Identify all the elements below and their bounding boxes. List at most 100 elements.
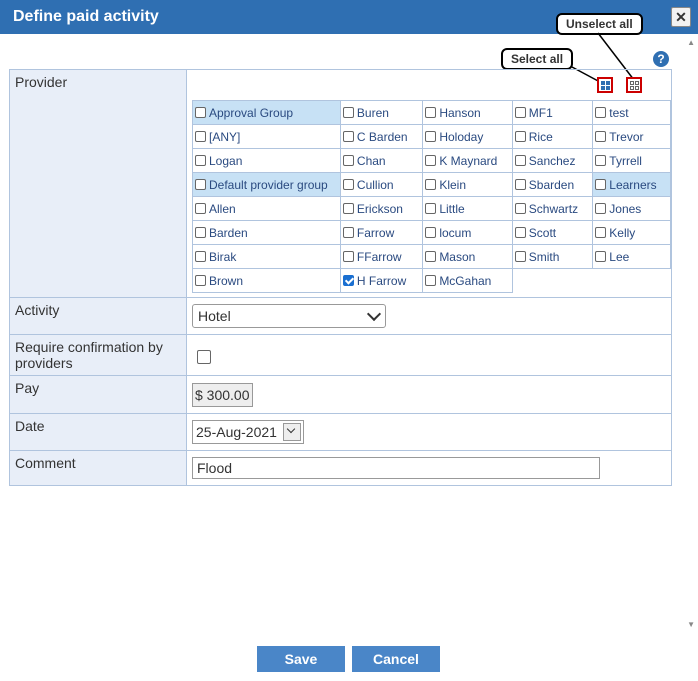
provider-option-label: Little (439, 201, 465, 216)
scroll-up-icon[interactable]: ▲ (687, 38, 695, 47)
provider-option[interactable]: Birak (192, 244, 341, 269)
provider-checkbox[interactable] (342, 250, 354, 262)
provider-option[interactable]: Sbarden (511, 172, 594, 197)
provider-checkbox[interactable] (425, 178, 437, 190)
close-icon[interactable]: ✕ (671, 7, 691, 27)
provider-checkbox[interactable] (595, 106, 607, 118)
provider-checkbox[interactable] (425, 130, 437, 142)
provider-label: Provider (9, 69, 187, 298)
help-icon[interactable]: ? (653, 51, 669, 67)
provider-checkbox[interactable] (595, 130, 607, 142)
provider-option-label: Cullion (356, 177, 394, 192)
provider-option[interactable]: test (592, 100, 671, 125)
provider-checkbox[interactable] (425, 274, 437, 286)
provider-checkbox[interactable] (195, 106, 206, 118)
provider-checkbox[interactable] (342, 178, 354, 190)
comment-input[interactable]: Flood (192, 457, 600, 479)
provider-option[interactable]: locum (422, 220, 513, 245)
provider-checkbox[interactable] (425, 154, 437, 166)
cancel-button[interactable]: Cancel (352, 646, 440, 672)
provider-option[interactable]: Kelly (592, 220, 671, 245)
provider-option[interactable]: Trevor (592, 124, 671, 149)
provider-option[interactable]: Allen (192, 196, 341, 221)
provider-option[interactable]: [ANY] (192, 124, 341, 149)
date-input[interactable]: 25-Aug-2021 (192, 420, 304, 444)
provider-checkbox[interactable] (514, 154, 526, 166)
provider-checkbox[interactable] (195, 178, 206, 190)
provider-option-label: Hanson (439, 105, 481, 120)
provider-checkbox[interactable] (195, 274, 206, 286)
provider-option[interactable]: Sanchez (511, 148, 594, 173)
provider-option[interactable]: Scott (511, 220, 594, 245)
provider-option[interactable]: Learners (592, 172, 671, 197)
provider-option[interactable]: Erickson (339, 196, 424, 221)
provider-checkbox[interactable] (425, 250, 437, 262)
provider-checkbox[interactable] (425, 226, 437, 238)
provider-option-label: Trevor (609, 129, 644, 144)
provider-table-row: Default provider group Cullion Klein Sbarde… (192, 172, 671, 197)
provider-checkbox[interactable] (425, 106, 437, 118)
provider-option[interactable]: Holoday (422, 124, 513, 149)
provider-option-label: Default provider group (209, 177, 328, 192)
provider-checkbox[interactable] (595, 202, 607, 214)
activity-select[interactable]: Hotel (192, 304, 386, 328)
provider-checkbox[interactable] (595, 154, 607, 166)
provider-option[interactable]: MF1 (511, 100, 594, 125)
provider-option[interactable]: H Farrow (339, 268, 424, 293)
provider-option[interactable]: McGahan (422, 268, 513, 293)
provider-checkbox[interactable] (514, 202, 526, 214)
provider-option[interactable]: Mason (422, 244, 513, 269)
provider-option[interactable]: Hanson (422, 100, 513, 125)
comment-row: Comment Flood (9, 450, 672, 486)
provider-option[interactable]: Default provider group (192, 172, 341, 197)
provider-option[interactable]: Brown (192, 268, 341, 293)
provider-checkbox[interactable] (342, 202, 354, 214)
scroll-down-icon[interactable]: ▼ (687, 620, 695, 629)
provider-checkbox[interactable] (514, 130, 526, 142)
provider-option[interactable]: Cullion (339, 172, 424, 197)
provider-option[interactable]: Little (422, 196, 513, 221)
provider-option[interactable]: Klein (422, 172, 513, 197)
scrollbar[interactable] (684, 34, 698, 634)
provider-checkbox[interactable] (595, 250, 607, 262)
provider-option[interactable]: FFarrow (339, 244, 424, 269)
provider-option[interactable]: Smith (511, 244, 594, 269)
confirmation-checkbox[interactable] (197, 350, 211, 364)
provider-checkbox[interactable] (195, 250, 206, 262)
provider-checkbox[interactable] (595, 178, 607, 190)
provider-checkbox[interactable] (514, 106, 526, 118)
provider-checkbox[interactable] (342, 154, 354, 166)
provider-checkbox[interactable] (514, 178, 526, 190)
save-button[interactable]: Save (257, 646, 345, 672)
provider-checkbox[interactable] (195, 130, 206, 142)
provider-option[interactable]: Tyrrell (592, 148, 671, 173)
provider-checkbox[interactable] (342, 106, 354, 118)
provider-checkbox[interactable] (195, 226, 206, 238)
provider-checkbox[interactable] (195, 154, 206, 166)
provider-checkbox[interactable] (342, 226, 354, 238)
provider-option[interactable]: Rice (511, 124, 594, 149)
date-dropdown-icon[interactable] (282, 423, 301, 441)
provider-checkbox[interactable] (514, 250, 526, 262)
provider-checkbox[interactable] (342, 274, 354, 286)
provider-option[interactable]: Farrow (339, 220, 424, 245)
pay-row: Pay $ 300.00 (9, 375, 672, 414)
provider-option[interactable]: Chan (339, 148, 424, 173)
provider-table-row: Barden Farrow locum Scott Kelly (192, 220, 671, 245)
provider-checkbox[interactable] (595, 226, 607, 238)
provider-checkbox[interactable] (342, 130, 354, 142)
provider-option[interactable]: C Barden (339, 124, 424, 149)
provider-option[interactable]: Logan (192, 148, 341, 173)
provider-option[interactable]: Buren (339, 100, 424, 125)
provider-option[interactable]: Jones (592, 196, 671, 221)
provider-option[interactable]: Approval Group (192, 100, 341, 125)
provider-option[interactable]: Barden (192, 220, 341, 245)
pay-input[interactable]: $ 300.00 (192, 383, 253, 407)
provider-checkbox[interactable] (195, 202, 206, 214)
provider-option[interactable]: Lee (592, 244, 671, 269)
provider-option[interactable]: Schwartz (511, 196, 594, 221)
provider-table-row: Approval Group Buren Hanson MF1 test (192, 100, 671, 125)
provider-checkbox[interactable] (425, 202, 437, 214)
provider-option[interactable]: K Maynard (422, 148, 513, 173)
provider-checkbox[interactable] (514, 226, 526, 238)
